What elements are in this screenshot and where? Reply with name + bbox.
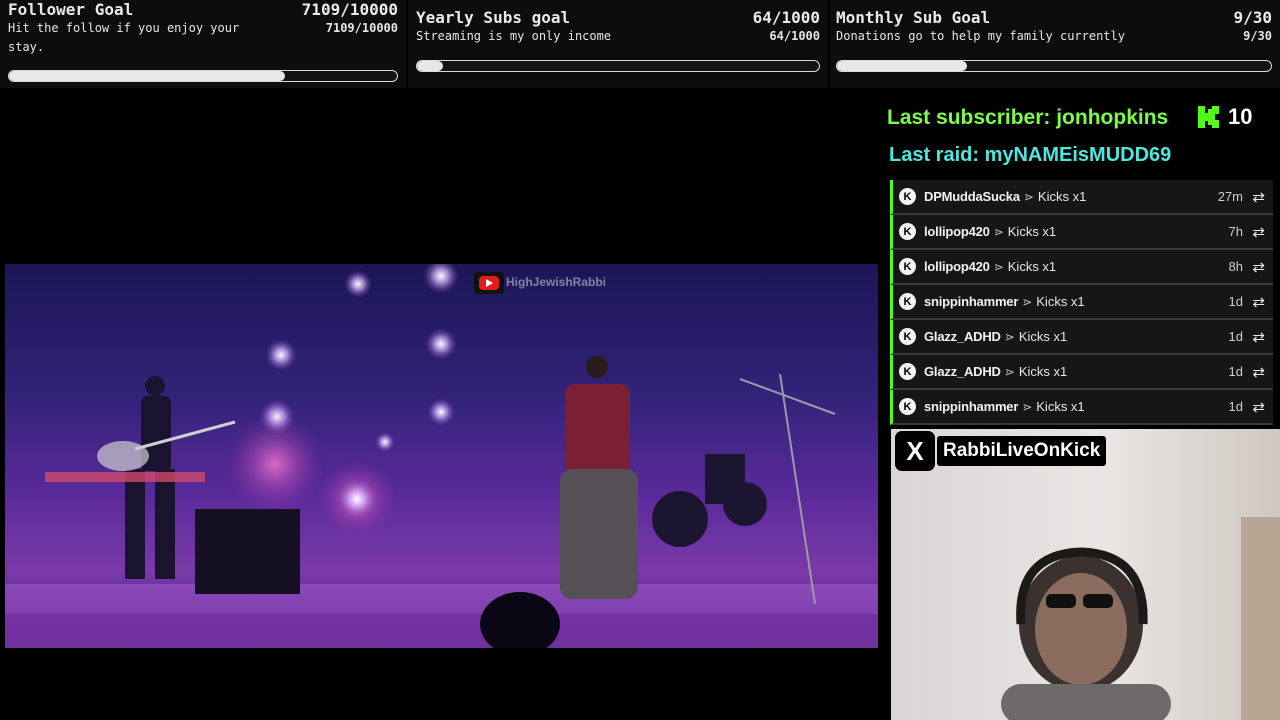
goal-progress-bar	[836, 60, 1272, 72]
event-time: 7h	[1228, 224, 1243, 239]
event-description: Kicks x1	[1018, 329, 1068, 344]
event-row: K Glazz_ADHD ⋗ Kicks x1 1d ⇄	[890, 355, 1273, 390]
event-description: Kicks x1	[1018, 364, 1068, 379]
video-watermark: HighJewishRabbi	[506, 275, 607, 289]
event-row: K snippinhammer ⋗ Kicks x1 1d ⇄	[890, 285, 1273, 320]
goal-description: Streaming is my only income	[416, 29, 612, 43]
kick-icon: K	[899, 223, 916, 240]
event-username: lollipop420	[924, 259, 990, 274]
event-separator: ⋗	[993, 259, 1004, 274]
event-description: Kicks x1	[1007, 259, 1057, 274]
replay-icon[interactable]: ⇄	[1252, 398, 1265, 416]
social-handle: RabbiLiveOnKick	[937, 436, 1107, 466]
event-username: snippinhammer	[924, 399, 1019, 414]
event-time: 1d	[1228, 399, 1243, 414]
goal-description: Donations go to help my family currently	[836, 29, 1125, 43]
event-separator: ⋗	[993, 224, 1004, 239]
goal-count-small: 7109/10000	[325, 21, 398, 35]
goal-description: Hit the follow if you enjoy your stay.	[8, 21, 240, 54]
kick-icon: K	[899, 258, 916, 275]
event-time: 1d	[1228, 329, 1243, 344]
event-username: lollipop420	[924, 224, 990, 239]
event-username: DPMuddaSucka	[924, 189, 1020, 204]
event-time: 1d	[1228, 364, 1243, 379]
yearly-subs-goal-widget: Yearly Subs goal 64/1000 Streaming is my…	[408, 0, 828, 88]
event-separator: ⋗	[1022, 399, 1033, 414]
event-row: K DPMuddaSucka ⋗ Kicks x1 27m ⇄	[890, 180, 1273, 215]
goal-count: 9/30	[1233, 8, 1272, 27]
last-raid-label: Last raid: myNAMEisMUDD69	[889, 144, 1172, 166]
goal-progress-bar	[416, 60, 820, 72]
event-row: K lollipop420 ⋗ Kicks x1 7h ⇄	[890, 215, 1273, 250]
kick-logo-icon	[1198, 106, 1219, 128]
event-row: K snippinhammer ⋗ Kicks x1 1d ⇄	[890, 390, 1273, 425]
kick-count: 10	[1228, 104, 1253, 129]
goal-title: Yearly Subs goal	[416, 8, 571, 27]
concert-video[interactable]	[5, 264, 878, 648]
kick-icon: K	[899, 363, 916, 380]
event-username: snippinhammer	[924, 294, 1019, 309]
concert-scene	[5, 264, 878, 648]
event-separator: ⋗	[1023, 189, 1034, 204]
event-separator: ⋗	[1022, 294, 1033, 309]
goal-progress-fill	[9, 71, 285, 81]
goal-title: Monthly Sub Goal	[836, 8, 991, 27]
kick-icon: K	[899, 328, 916, 345]
replay-icon[interactable]: ⇄	[1252, 363, 1265, 381]
goal-title: Follower Goal	[8, 0, 134, 19]
event-separator: ⋗	[1004, 364, 1015, 379]
event-description: Kicks x1	[1036, 399, 1085, 414]
x-logo-icon: X	[895, 431, 935, 471]
replay-icon[interactable]: ⇄	[1252, 293, 1265, 311]
kick-icon: K	[899, 398, 916, 415]
event-description: Kicks x1	[1036, 294, 1085, 309]
event-time: 27m	[1217, 189, 1243, 204]
webcam-feed	[891, 429, 1280, 720]
event-time: 8h	[1228, 259, 1243, 274]
goal-count-small: 9/30	[1243, 29, 1272, 43]
goal-count-small: 64/1000	[769, 29, 820, 43]
kick-icon: K	[899, 293, 916, 310]
event-username: Glazz_ADHD	[924, 329, 1001, 344]
monthly-sub-goal-widget: Monthly Sub Goal 9/30 Donations go to he…	[830, 0, 1280, 88]
goal-progress-fill	[837, 61, 968, 71]
follower-goal-widget: Follower Goal 7109/10000 Hit the follow …	[0, 0, 406, 88]
youtube-icon	[474, 272, 504, 294]
event-time: 1d	[1228, 294, 1243, 309]
replay-icon[interactable]: ⇄	[1252, 188, 1265, 206]
social-tag: X RabbiLiveOnKick	[895, 431, 1107, 471]
event-list: K DPMuddaSucka ⋗ Kicks x1 27m ⇄ K lollip…	[885, 180, 1273, 425]
replay-icon[interactable]: ⇄	[1252, 328, 1265, 346]
event-description: Kicks x1	[1037, 189, 1087, 204]
goal-count: 64/1000	[752, 8, 820, 27]
event-separator: ⋗	[1004, 329, 1015, 344]
replay-icon[interactable]: ⇄	[1252, 223, 1265, 241]
replay-icon[interactable]: ⇄	[1252, 258, 1265, 276]
kick-icon: K	[899, 188, 916, 205]
streamer-silhouette	[1001, 517, 1280, 720]
goal-count: 7109/10000	[301, 0, 398, 19]
event-row: K lollipop420 ⋗ Kicks x1 8h ⇄	[890, 250, 1273, 285]
goal-progress-bar	[8, 70, 398, 82]
goal-progress-fill	[417, 61, 443, 71]
event-row: K Glazz_ADHD ⋗ Kicks x1 1d ⇄	[890, 320, 1273, 355]
last-subscriber-label: Last subscriber: jonhopkins	[887, 106, 1169, 129]
event-description: Kicks x1	[1007, 224, 1057, 239]
event-username: Glazz_ADHD	[924, 364, 1001, 379]
